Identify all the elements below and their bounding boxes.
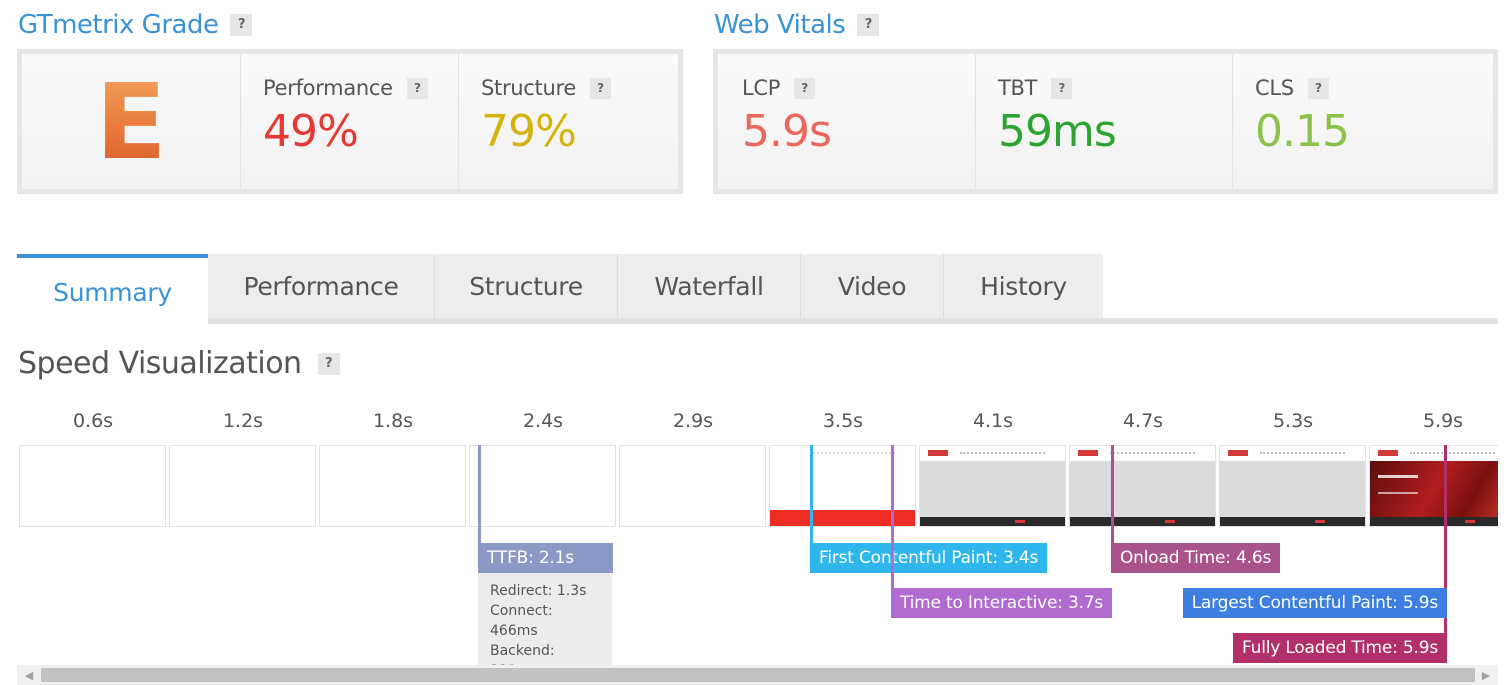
filmstrip-frame-gray[interactable] bbox=[919, 445, 1066, 527]
tick-label: 1.2s bbox=[222, 410, 264, 432]
tbt-label: TBT bbox=[998, 76, 1038, 100]
tick-label: 3.5s bbox=[822, 410, 864, 432]
grade-cell: E bbox=[22, 54, 241, 189]
horizontal-scrollbar[interactable]: ◀ ▶ bbox=[17, 665, 1498, 685]
page-logo bbox=[1078, 450, 1098, 456]
gtmetrix-grade-panel: E Performance ? 49% Structure ? 79% bbox=[17, 49, 683, 194]
help-icon[interactable]: ? bbox=[794, 77, 816, 99]
onload-marker-line bbox=[1111, 445, 1114, 558]
ttfb-connect: Connect: 466ms bbox=[490, 603, 553, 639]
help-icon[interactable]: ? bbox=[1051, 77, 1073, 99]
performance-cell: Performance ? 49% bbox=[241, 54, 459, 189]
tab-video[interactable]: Video bbox=[801, 254, 944, 318]
tti-marker-label: Time to Interactive: 3.7s bbox=[891, 588, 1113, 618]
cls-value: 0.15 bbox=[1255, 106, 1350, 157]
gtmetrix-grade-title: GTmetrix Grade ? bbox=[18, 10, 253, 40]
help-icon[interactable]: ? bbox=[230, 14, 253, 36]
filmstrip-frame-hero[interactable] bbox=[1369, 445, 1498, 527]
tick-label: 2.4s bbox=[522, 410, 564, 432]
filmstrip-frame-blank[interactable] bbox=[169, 445, 316, 527]
tick-label: 0.6s bbox=[72, 410, 114, 432]
web-vitals-panel: LCP ? 5.9s TBT ? 59ms CLS ? 0.15 bbox=[713, 49, 1498, 194]
cls-cell: CLS ? 0.15 bbox=[1233, 54, 1493, 189]
web-vitals-title-text: Web Vitals bbox=[714, 10, 846, 40]
speed-timeline: 0.6s 1.2s 1.8s 2.4s 2.9s 3.5s 4.1s 4.7s … bbox=[17, 400, 1498, 665]
tab-structure[interactable]: Structure bbox=[435, 254, 618, 318]
onload-marker-label: Onload Time: 4.6s bbox=[1111, 543, 1281, 573]
structure-value: 79% bbox=[481, 106, 577, 157]
fcp-marker-line bbox=[810, 445, 813, 558]
page-logo bbox=[1228, 450, 1248, 456]
page-nav-placeholder bbox=[810, 452, 895, 454]
filmstrip-frame-blank[interactable] bbox=[469, 445, 616, 527]
tick-label: 2.9s bbox=[672, 410, 714, 432]
structure-label: Structure bbox=[481, 76, 576, 100]
page-logo bbox=[1378, 450, 1398, 456]
filmstrip-frame-gray[interactable] bbox=[1219, 445, 1366, 527]
grade-letter: E bbox=[95, 60, 167, 183]
tick-label: 4.1s bbox=[972, 410, 1014, 432]
fcp-marker-label: First Contentful Paint: 3.4s bbox=[810, 543, 1048, 573]
web-vitals-title: Web Vitals ? bbox=[714, 10, 880, 40]
tab-summary[interactable]: Summary bbox=[17, 254, 208, 324]
gtmetrix-grade-title-text: GTmetrix Grade bbox=[18, 10, 219, 40]
fully-loaded-marker-label: Fully Loaded Time: 5.9s bbox=[1233, 633, 1447, 663]
speed-visualization-title: Speed Visualization ? bbox=[18, 346, 340, 381]
tick-label: 1.8s bbox=[372, 410, 414, 432]
tick-label: 5.9s bbox=[1422, 410, 1464, 432]
ttfb-marker-label: TTFB: 2.1s bbox=[478, 543, 613, 573]
scrollbar-thumb[interactable] bbox=[41, 668, 1475, 682]
lcp-label: LCP bbox=[742, 76, 781, 100]
lcp-cell: LCP ? 5.9s bbox=[718, 54, 976, 189]
help-icon[interactable]: ? bbox=[857, 14, 880, 36]
ttfb-marker-line bbox=[478, 445, 481, 558]
tbt-cell: TBT ? 59ms bbox=[976, 54, 1233, 189]
help-icon[interactable]: ? bbox=[406, 77, 428, 99]
scroll-left-arrow-icon[interactable]: ◀ bbox=[19, 665, 39, 685]
speed-visualization-title-text: Speed Visualization bbox=[18, 346, 302, 381]
tick-label: 4.7s bbox=[1122, 410, 1164, 432]
tab-performance[interactable]: Performance bbox=[208, 254, 435, 318]
tab-waterfall[interactable]: Waterfall bbox=[618, 254, 801, 318]
lcp-value: 5.9s bbox=[742, 106, 832, 157]
filmstrip-frame-blank[interactable] bbox=[319, 445, 466, 527]
tbt-value: 59ms bbox=[998, 106, 1117, 157]
help-icon[interactable]: ? bbox=[317, 352, 340, 375]
help-icon[interactable]: ? bbox=[1307, 77, 1329, 99]
page-logo bbox=[928, 450, 948, 456]
lcp-marker-label: Largest Contentful Paint: 5.9s bbox=[1182, 588, 1447, 618]
scroll-right-arrow-icon[interactable]: ▶ bbox=[1476, 665, 1496, 685]
ttfb-backend: Backend: 329ms bbox=[490, 643, 555, 665]
help-icon[interactable]: ? bbox=[590, 77, 611, 99]
filmstrip-frame-blank[interactable] bbox=[619, 445, 766, 527]
tti-marker-line bbox=[891, 445, 894, 603]
ttfb-redirect: Redirect: 1.3s bbox=[490, 583, 587, 599]
performance-value: 49% bbox=[263, 106, 359, 157]
report-tabs: Summary Performance Structure Waterfall … bbox=[17, 254, 1103, 324]
filmstrip-frame-blank[interactable] bbox=[19, 445, 166, 527]
cls-label: CLS bbox=[1255, 76, 1294, 100]
performance-label: Performance bbox=[263, 76, 393, 100]
filmstrip-frame-gray[interactable] bbox=[1069, 445, 1216, 527]
ttfb-breakdown: Redirect: 1.3s Connect: 466ms Backend: 3… bbox=[478, 573, 612, 665]
tick-label: 5.3s bbox=[1272, 410, 1314, 432]
page-hero-image bbox=[1370, 461, 1498, 517]
structure-cell: Structure ? 79% bbox=[459, 54, 678, 189]
tab-history[interactable]: History bbox=[944, 254, 1103, 318]
